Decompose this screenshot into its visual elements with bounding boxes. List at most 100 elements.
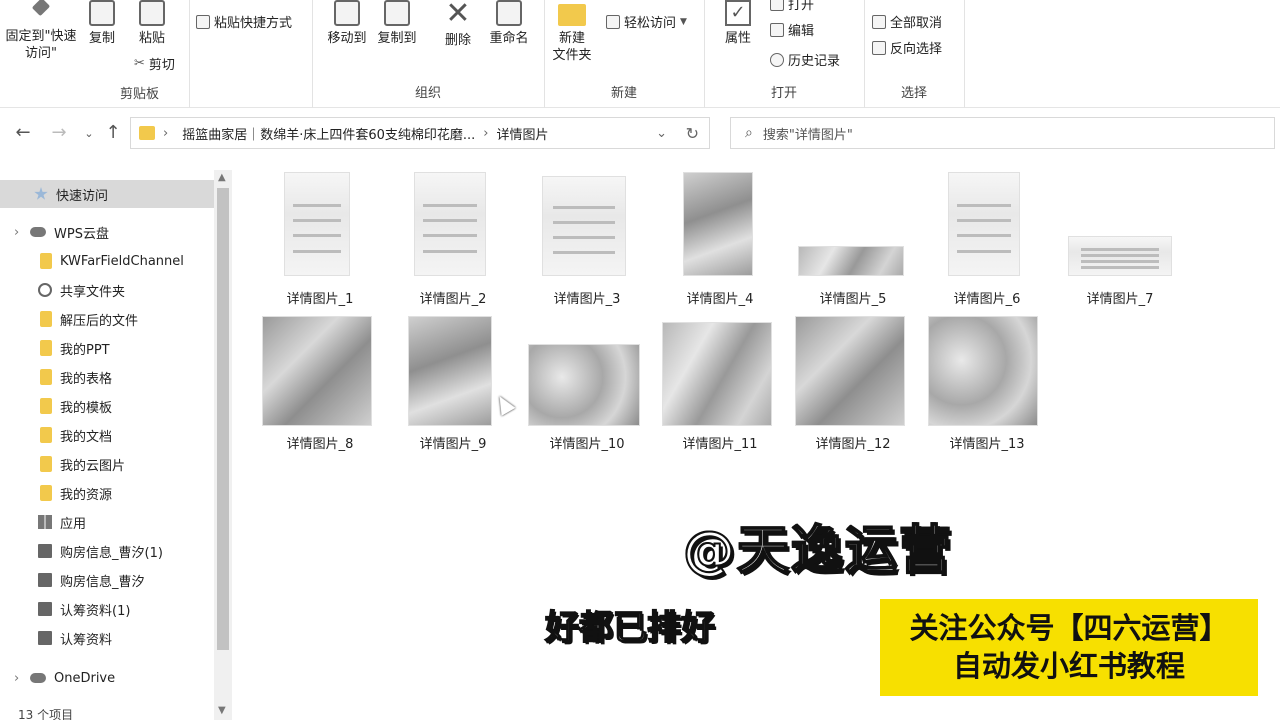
easy-access-icon [606,14,620,29]
sidebar-item[interactable]: 购房信息_曹汐 [0,566,214,594]
sidebar-item[interactable]: 共享文件夹 [0,276,214,304]
sidebar-item[interactable]: 我的资源 [0,479,214,507]
open-button[interactable]: 打开 [770,0,814,13]
sidebar-item[interactable]: 解压后的文件 [0,305,214,333]
sidebar-item[interactable]: 快速访问 [0,180,214,208]
file-thumbnail[interactable] [662,322,772,426]
sidebar-item[interactable]: 认筹资料 [0,624,214,652]
clipboard-group: 固定到"快速访问" 复制 粘贴 ✂ 剪切 剪贴板 [0,0,190,108]
file-thumbnail[interactable] [948,172,1020,276]
file-name-label[interactable]: 详情图片_13 [922,433,1052,452]
file-name-label[interactable]: 详情图片_8 [255,433,385,452]
search-box[interactable]: ⌕ 搜索"详情图片" [730,117,1275,149]
properties-button[interactable]: ✓ 属性 [716,0,760,47]
new-folder-button[interactable]: 新建 文件夹 [548,0,596,64]
sidebar-item[interactable]: 我的文档 [0,421,214,449]
easy-access-button[interactable]: 轻松访问 ▼ [606,12,687,31]
sidebar-item[interactable]: 认筹资料(1) [0,595,214,623]
file-thumbnail[interactable] [1068,236,1172,276]
file-thumbnail[interactable] [683,172,753,276]
file-thumbnail[interactable] [798,246,904,276]
thumbnail-line [423,203,477,207]
sidebar-item[interactable]: 购房信息_曹汐(1) [0,537,214,565]
back-arrow-icon[interactable]: ← [12,122,34,143]
sidebar-item[interactable]: 我的表格 [0,363,214,391]
cut-label: 剪切 [148,58,175,73]
document-icon [38,544,52,558]
sidebar-item[interactable]: 我的模板 [0,392,214,420]
delete-button[interactable]: ✕ 删除 [438,0,478,49]
navigation-pane: 快速访问 › WPS云盘 KWFarFieldChannel 共享文件夹 解压后的文件 我的… [0,170,232,720]
sidebar-item[interactable]: 应用 [0,508,214,536]
copy-to-button[interactable]: 复制到 [372,0,422,47]
invert-selection-button[interactable]: 反向选择 [872,38,942,57]
recent-locations-chevron-icon[interactable]: ⌄ [78,127,100,140]
paste-shortcut-button[interactable]: 粘贴快捷方式 [196,12,292,31]
sidebar-item[interactable]: KWFarFieldChannel [0,247,214,275]
folder-icon [40,456,52,472]
sidebar-item[interactable]: 我的PPT [0,334,214,362]
refresh-icon[interactable]: ↻ [686,124,699,143]
grid-icon [38,515,52,529]
thumbnail-line [957,234,1011,238]
file-name-label[interactable]: 详情图片_9 [388,433,518,452]
breadcrumb-segment[interactable]: 摇篮曲家居｜数绵羊·床上四件套60支纯棉印花磨... [182,124,475,143]
thumbnail-line [292,218,342,222]
file-name-label[interactable]: 详情图片_3 [522,288,652,307]
copy-button[interactable]: 复制 [82,0,122,47]
file-name-label[interactable]: 详情图片_12 [788,433,918,452]
rename-button[interactable]: 重命名 [484,0,534,47]
search-placeholder: 搜索"详情图片" [762,127,853,143]
move-to-button[interactable]: 移动到 [322,0,372,47]
file-thumbnail[interactable] [542,176,626,276]
file-thumbnail[interactable] [284,172,350,276]
pin-to-quick-access-button[interactable]: 固定到"快速访问" [4,0,78,62]
history-label: 历史记录 [788,54,841,69]
address-dropdown-icon[interactable]: ⌄ [656,126,667,141]
scroll-up-icon[interactable]: ▲ [218,172,226,183]
watermark-text: @天逸运营 [682,520,954,582]
sidebar-item[interactable]: › OneDrive [0,664,214,692]
scroll-down-icon[interactable]: ▼ [218,705,226,716]
address-input[interactable]: › 摇篮曲家居｜数绵羊·床上四件套60支纯棉印花磨... › 详情图片 ⌄ ↻ [130,117,710,149]
file-thumbnail[interactable] [262,316,372,426]
sidebar-item[interactable]: 我的云图片 [0,450,214,478]
move-to-label: 移动到 [327,31,367,46]
invert-selection-icon [872,40,886,55]
file-thumbnail[interactable] [795,316,905,426]
open-group-label: 打开 [770,86,797,101]
file-thumbnail[interactable] [408,316,492,426]
file-thumbnail[interactable] [414,172,486,276]
file-name-label[interactable]: 详情图片_5 [788,288,918,307]
scrollbar-thumb[interactable] [217,188,229,650]
breadcrumb-segment[interactable]: 详情图片 [496,124,548,143]
sidebar-item-label: 我的模板 [60,400,113,416]
thumbnail-line [1081,248,1159,252]
file-name-label[interactable]: 详情图片_11 [655,433,785,452]
cut-button[interactable]: ✂ 剪切 [134,54,175,73]
delete-label: 删除 [444,33,471,48]
select-group-label: 选择 [900,86,927,101]
file-name-label[interactable]: 详情图片_7 [1055,288,1185,307]
select-none-button[interactable]: 全部取消 [872,12,942,31]
file-name-label[interactable]: 详情图片_2 [388,288,518,307]
file-name-label[interactable]: 详情图片_1 [255,288,385,307]
file-thumbnail[interactable] [528,344,640,426]
expand-chevron-icon[interactable]: › [14,225,19,240]
paste-button[interactable]: 粘贴 [132,0,172,47]
forward-arrow-icon[interactable]: → [48,122,70,143]
sidebar-item-label: 我的资源 [60,487,113,503]
edit-button[interactable]: 编辑 [770,20,814,39]
up-arrow-icon[interactable]: ↑ [102,122,124,143]
sidebar-item-label: 认筹资料(1) [60,603,131,619]
file-name-label[interactable]: 详情图片_6 [922,288,1052,307]
thumbnail-line [1081,254,1159,258]
expand-chevron-icon[interactable]: › [14,671,19,686]
file-name-label[interactable]: 详情图片_4 [655,288,785,307]
history-button[interactable]: 历史记录 [770,50,840,69]
sidebar-scrollbar[interactable]: ▲ ▼ [214,170,232,720]
sidebar-item[interactable]: › WPS云盘 [0,218,214,246]
file-thumbnail[interactable] [928,316,1038,426]
file-name-label[interactable]: 详情图片_10 [522,433,652,452]
promo-banner: 关注公众号【四六运营】 自动发小红书教程 [880,599,1258,696]
